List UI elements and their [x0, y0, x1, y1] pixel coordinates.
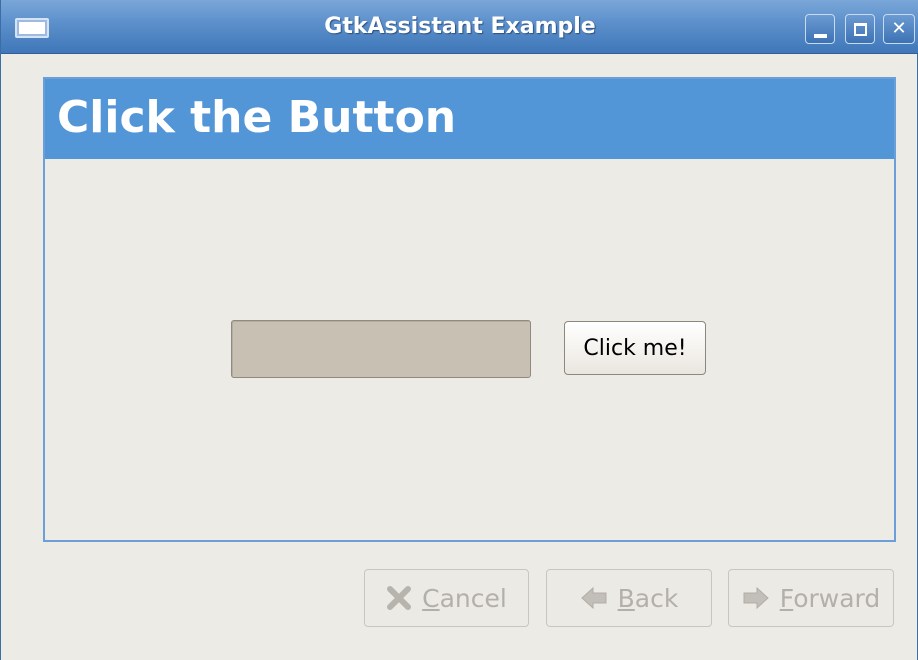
page-title: Click the Button: [57, 92, 457, 143]
forward-label: Forward: [779, 583, 881, 613]
minimize-button[interactable]: [805, 14, 835, 44]
title-bar[interactable]: GtkAssistant Example ✕: [1, 0, 918, 54]
minimize-icon: [814, 34, 827, 38]
close-window-button[interactable]: ✕: [883, 14, 915, 44]
x-icon: [387, 586, 412, 610]
forward-button[interactable]: Forward: [728, 569, 894, 627]
cancel-label: Cancel: [422, 583, 507, 613]
page-header: Click the Button: [45, 79, 894, 159]
cancel-button[interactable]: Cancel: [364, 569, 529, 627]
click-me-button[interactable]: Click me!: [564, 321, 706, 375]
assistant-window: GtkAssistant Example ✕ Click the Button …: [0, 0, 918, 660]
arrow-left-icon: [580, 586, 607, 610]
back-label: Back: [617, 583, 679, 613]
window-title: GtkAssistant Example: [324, 14, 596, 39]
close-icon: ✕: [891, 18, 907, 39]
arrow-right-icon: [743, 586, 769, 610]
maximize-button[interactable]: [845, 14, 875, 44]
assistant-page-frame: Click the Button: [43, 77, 896, 542]
back-button[interactable]: Back: [546, 569, 712, 627]
maximize-icon: [854, 23, 867, 36]
text-entry[interactable]: [231, 320, 531, 378]
